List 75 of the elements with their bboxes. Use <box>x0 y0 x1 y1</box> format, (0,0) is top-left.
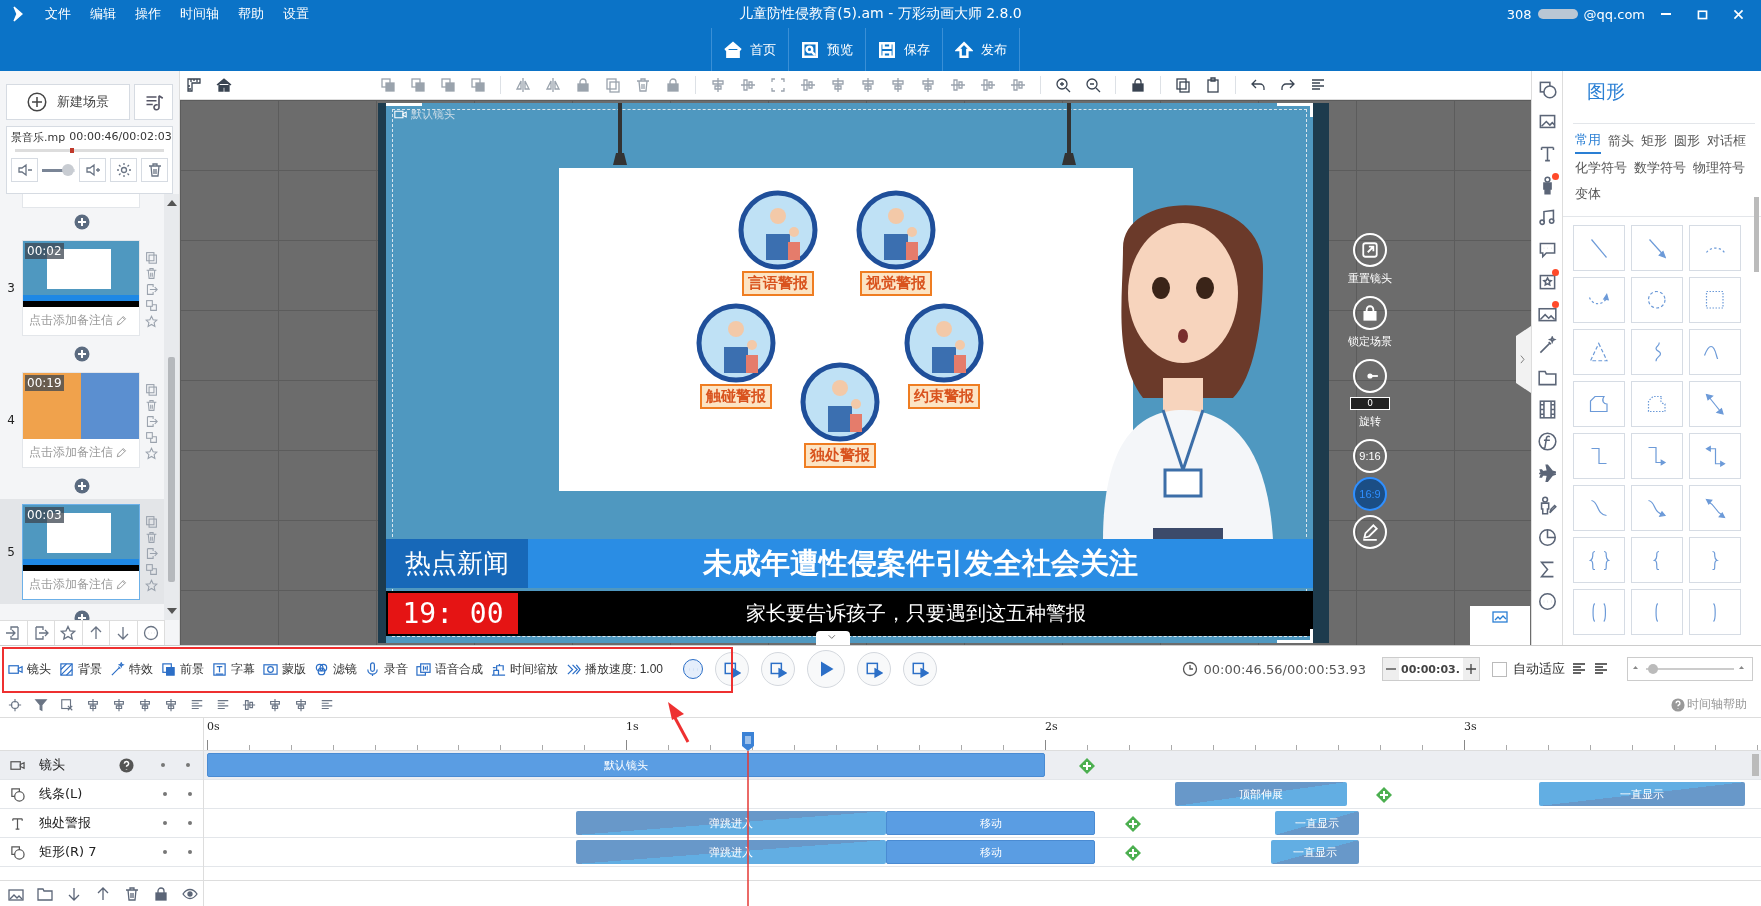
alert-label: 触碰警报 <box>700 384 772 409</box>
control-label: 锁定场景 <box>1348 334 1392 349</box>
track-row[interactable]: 镜头 <box>0 751 203 780</box>
time-readout: 00:00:46.56/00:00:53.93 <box>1203 661 1366 677</box>
toolbar-item[interactable]: 时间缩放 <box>491 660 558 678</box>
music-file-name: 景音乐.mp <box>11 130 66 145</box>
camera-label: 默认镜头 <box>411 107 455 122</box>
alert-label: 约束警报 <box>908 384 980 409</box>
scene-row[interactable]: 5 00:03 点击添加备注信 <box>0 499 165 604</box>
ruler-label: 3s <box>1464 720 1477 733</box>
control-label: 重置镜头 <box>1348 271 1392 286</box>
subtitle-text: 家长要告诉孩子，只要遇到这五种警报 <box>744 600 1087 627</box>
toolbar-item[interactable]: 镜头 <box>8 660 51 678</box>
duration-stepper[interactable]: 00:00:03. <box>1382 657 1480 681</box>
menu-item[interactable]: 编辑 <box>90 5 116 23</box>
toolbar-item[interactable]: 字幕 <box>212 660 255 678</box>
category-tab[interactable]: 化学符号 <box>1575 160 1627 180</box>
scene-row[interactable]: 4 00:19 点击添加备注信 <box>0 367 165 472</box>
news-tag: 热点新闻 <box>386 539 528 588</box>
track-name: 镜头 <box>39 756 66 774</box>
auto-fit-label: 自动适应 <box>1513 660 1565 678</box>
scene-duration: 00:03 <box>25 506 64 523</box>
rotation-field[interactable]: 0 <box>1350 397 1390 410</box>
scene-card[interactable]: 00:02 点击添加备注信 <box>22 239 140 336</box>
track-name: 线条(L) <box>39 785 84 803</box>
scene-number: 3 <box>6 280 16 295</box>
account-domain: @qq.com <box>1583 6 1645 22</box>
toolbar-item[interactable]: 滤镜 <box>314 660 357 678</box>
category-tab[interactable]: 物理符号 <box>1693 160 1745 180</box>
track-name: 独处警报 <box>39 814 92 832</box>
ruler-label: 0s <box>207 720 220 733</box>
menu-item[interactable]: 时间轴 <box>180 5 219 23</box>
toolbar-item[interactable]: 语音合成 <box>416 660 483 678</box>
menu-item[interactable]: 操作 <box>135 5 161 23</box>
scene-row[interactable]: 3 00:02 点击添加备注信 <box>0 235 165 340</box>
category-tab[interactable]: 对话框 <box>1707 132 1746 154</box>
alert-label: 独处警报 <box>804 443 876 468</box>
alert-label: 言语警报 <box>742 271 814 296</box>
track-row[interactable]: 独处警报 <box>0 809 203 838</box>
music-time: 00:00:46/00:02:03 <box>69 130 172 145</box>
toolbar-item[interactable]: 录音 <box>365 660 408 678</box>
new-scene-button[interactable]: 新建场景 <box>6 84 130 120</box>
category-tab[interactable]: 箭头 <box>1608 132 1634 154</box>
track-row[interactable]: 矩形(R) 7 <box>0 838 203 867</box>
toolbar-item[interactable]: 特效 <box>110 660 153 678</box>
scene-duration: 00:02 <box>25 242 64 259</box>
scene-number: 5 <box>6 544 16 559</box>
scene-number: 4 <box>6 412 16 427</box>
panel-title: 图形 <box>1587 80 1625 102</box>
toolbar-item[interactable]: 前景 <box>161 660 204 678</box>
category-tab[interactable]: 圆形 <box>1674 132 1700 154</box>
alert-label: 视觉警报 <box>860 271 932 296</box>
news-headline: 未成年遭性侵案件引发全社会关注 <box>702 544 1139 582</box>
menu-item[interactable]: 文件 <box>45 5 71 23</box>
category-tab[interactable]: 矩形 <box>1641 132 1667 154</box>
ruler-label: 2s <box>1045 720 1058 733</box>
scene-duration: 00:19 <box>25 374 64 391</box>
control-label: 旋转 <box>1359 414 1381 429</box>
menu-item[interactable]: 设置 <box>283 5 309 23</box>
window-title: 儿童防性侵教育(5).am - 万彩动画大师 2.8.0 <box>739 5 1022 23</box>
playback-speed-button[interactable]: 播放速度: 1.00 <box>566 660 664 678</box>
menu-item[interactable]: 帮助 <box>238 5 264 23</box>
scene-card[interactable]: 00:03 点击添加备注信 <box>22 503 140 600</box>
toolbar-item[interactable]: 蒙版 <box>263 660 306 678</box>
clock-label: 19: 00 <box>388 593 518 634</box>
track-name: 矩形(R) 7 <box>39 843 98 861</box>
toolbar-item[interactable]: 背景 <box>59 660 102 678</box>
scene-card[interactable]: 00:19 点击添加备注信 <box>22 371 140 468</box>
track-row[interactable]: 线条(L) <box>0 780 203 809</box>
category-tab[interactable]: 常用 <box>1575 132 1601 154</box>
category-tab[interactable]: 数学符号 <box>1634 160 1686 180</box>
category-tab[interactable]: 变体 <box>1575 186 1601 206</box>
account-name: 308 <box>1506 6 1532 22</box>
ruler-label: 1s <box>626 720 639 733</box>
aspect-ratio-button[interactable]: 9:16 <box>1353 439 1387 473</box>
